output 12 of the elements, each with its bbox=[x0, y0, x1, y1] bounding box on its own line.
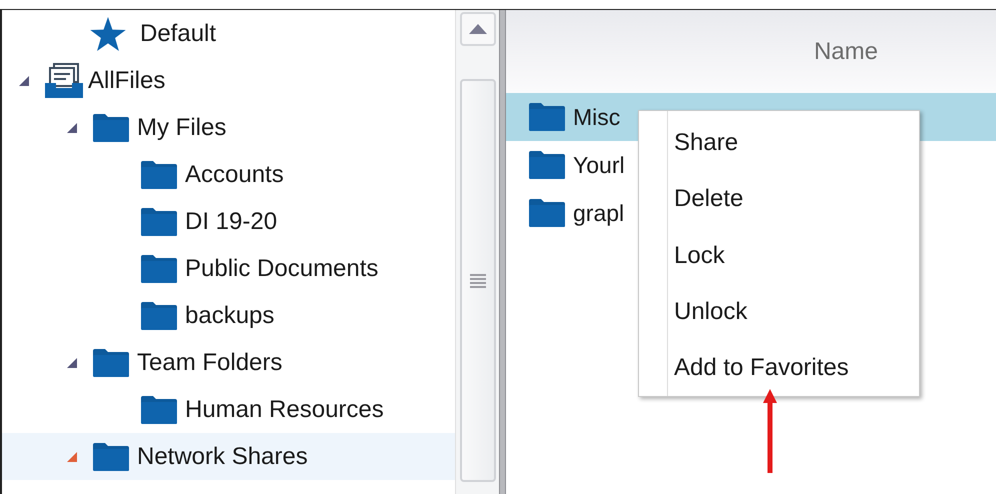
tree-label: backups bbox=[185, 300, 274, 330]
tree-label: DI 19-20 bbox=[185, 206, 278, 236]
tree-label: Accounts bbox=[185, 160, 284, 190]
tree-label: AllFiles bbox=[88, 66, 166, 96]
tree-label: Public Documents bbox=[185, 254, 378, 284]
file-name: Yourl bbox=[573, 150, 625, 180]
file-name: Misc bbox=[573, 102, 620, 132]
tree-label: Network Shares bbox=[137, 442, 308, 472]
file-name: grapl bbox=[573, 198, 624, 228]
tree-label: My Files bbox=[137, 112, 226, 142]
tree-label: Human Resources bbox=[185, 394, 384, 424]
tree-label: Team Folders bbox=[137, 348, 282, 378]
